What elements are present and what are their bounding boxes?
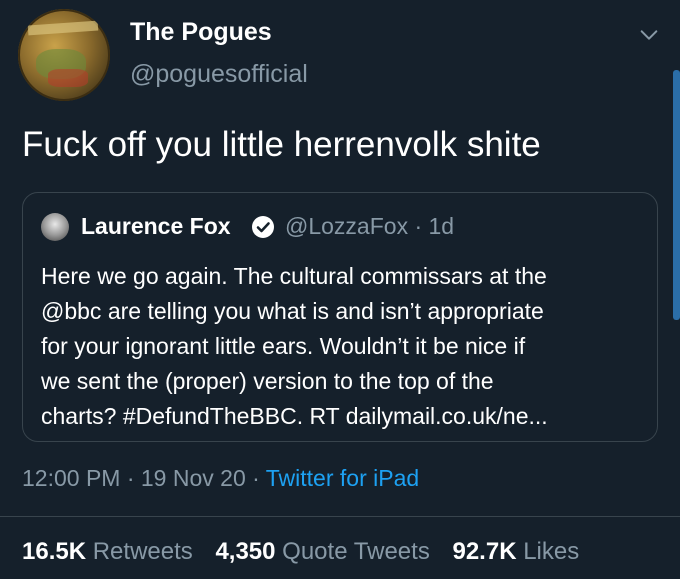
- likes-count: 92.7K: [452, 538, 517, 565]
- chevron-down-icon[interactable]: [638, 24, 660, 46]
- quoted-text-line: @bbc are telling you what is and isn’t a…: [41, 298, 544, 324]
- tweet-source-link[interactable]: Twitter for iPad: [266, 465, 419, 491]
- retweets-count: 16.5K: [22, 538, 87, 565]
- quoted-author-name: Laurence Fox: [81, 213, 231, 239]
- quote-tweets-stat[interactable]: 4,350 Quote Tweets: [215, 538, 429, 565]
- author-display-name[interactable]: The Pogues: [130, 18, 272, 47]
- engagement-stats: 16.5K Retweets 4,350 Quote Tweets 92.7K …: [22, 538, 595, 566]
- quoted-author-handle: @LozzaFox · 1d: [285, 213, 455, 239]
- retweets-stat[interactable]: 16.5K Retweets: [22, 538, 193, 565]
- tweet-timestamp[interactable]: 12:00 PM · 19 Nov 20 ·: [22, 465, 266, 491]
- verified-badge-icon: [252, 216, 274, 238]
- profile-avatar[interactable]: [18, 9, 110, 101]
- quoted-author-avatar[interactable]: [41, 213, 69, 241]
- likes-label: Likes: [516, 538, 580, 565]
- tweet-metadata: 12:00 PM · 19 Nov 20 · Twitter for iPad: [22, 465, 419, 492]
- quoted-text-line: we sent the (proper) version to the top …: [41, 368, 494, 394]
- retweets-label: Retweets: [86, 538, 193, 565]
- quoted-tweet-body: Here we go again. The cultural commissar…: [41, 259, 641, 434]
- quoted-tweet-card[interactable]: Laurence Fox @LozzaFox · 1d Here we go a…: [22, 192, 658, 442]
- avatar-art-band: [27, 20, 99, 36]
- tweet-text: Fuck off you little herrenvolk shite: [22, 125, 541, 164]
- likes-stat[interactable]: 92.7K Likes: [452, 538, 579, 565]
- quoted-text-line: Here we go again. The cultural commissar…: [41, 263, 547, 289]
- quote-tweets-count: 4,350: [215, 538, 276, 565]
- divider: [0, 516, 680, 517]
- author-handle[interactable]: @poguesofficial: [130, 60, 308, 89]
- quoted-text-line: for your ignorant little ears. Wouldn’t …: [41, 333, 526, 359]
- avatar-art-shape: [48, 69, 88, 87]
- scrollbar[interactable]: [673, 70, 680, 320]
- quote-tweets-label: Quote Tweets: [275, 538, 430, 565]
- quoted-text-line: charts? #DefundTheBBC. RT dailymail.co.u…: [41, 403, 548, 429]
